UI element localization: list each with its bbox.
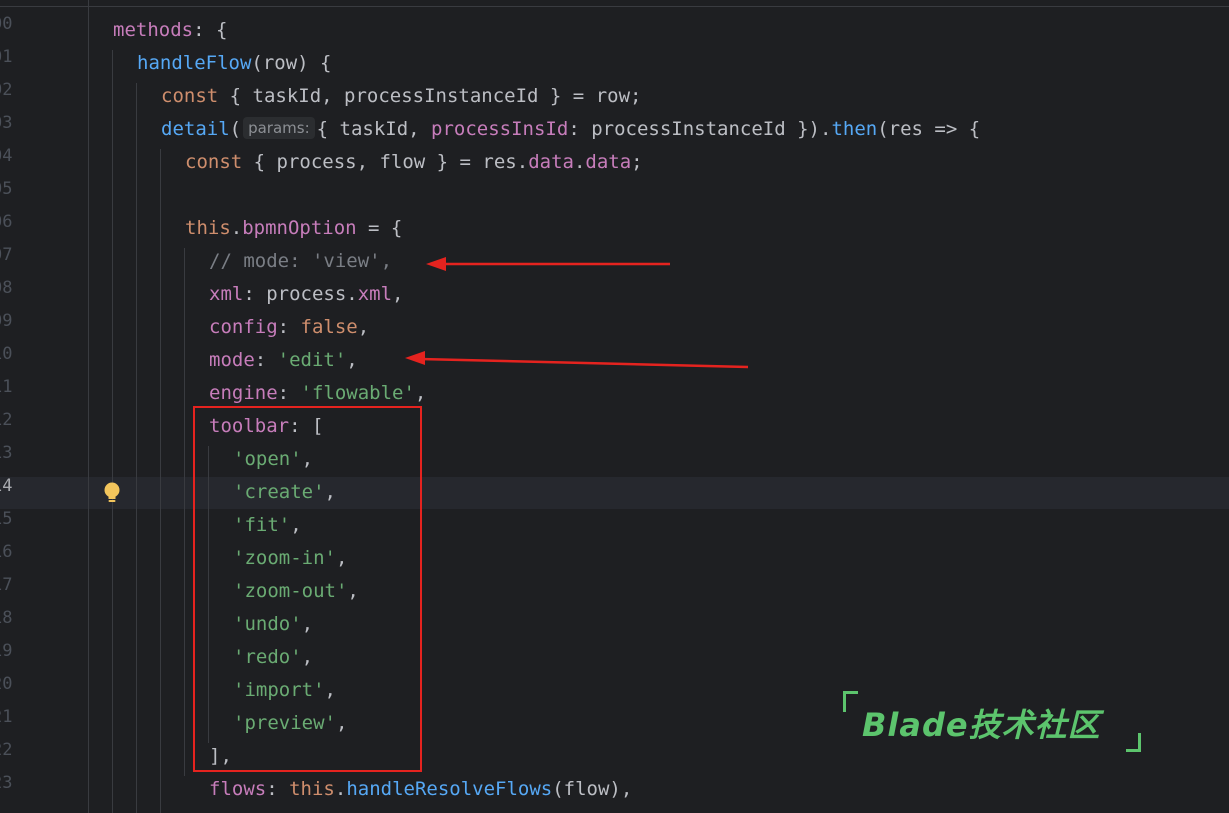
watermark: Blade技术社区 xyxy=(862,706,1101,744)
arrow-head-edit xyxy=(405,351,425,365)
watermark-bracket-right xyxy=(1126,733,1141,752)
annotation-arrows xyxy=(405,257,749,369)
arrow-line-edit xyxy=(419,357,749,369)
code-editor[interactable]: 00 01 02 03 04 05 06 07 08 09 10 11 12 1… xyxy=(0,0,1229,813)
arrow-head-view xyxy=(426,257,446,271)
watermark-bracket-left xyxy=(843,691,858,712)
